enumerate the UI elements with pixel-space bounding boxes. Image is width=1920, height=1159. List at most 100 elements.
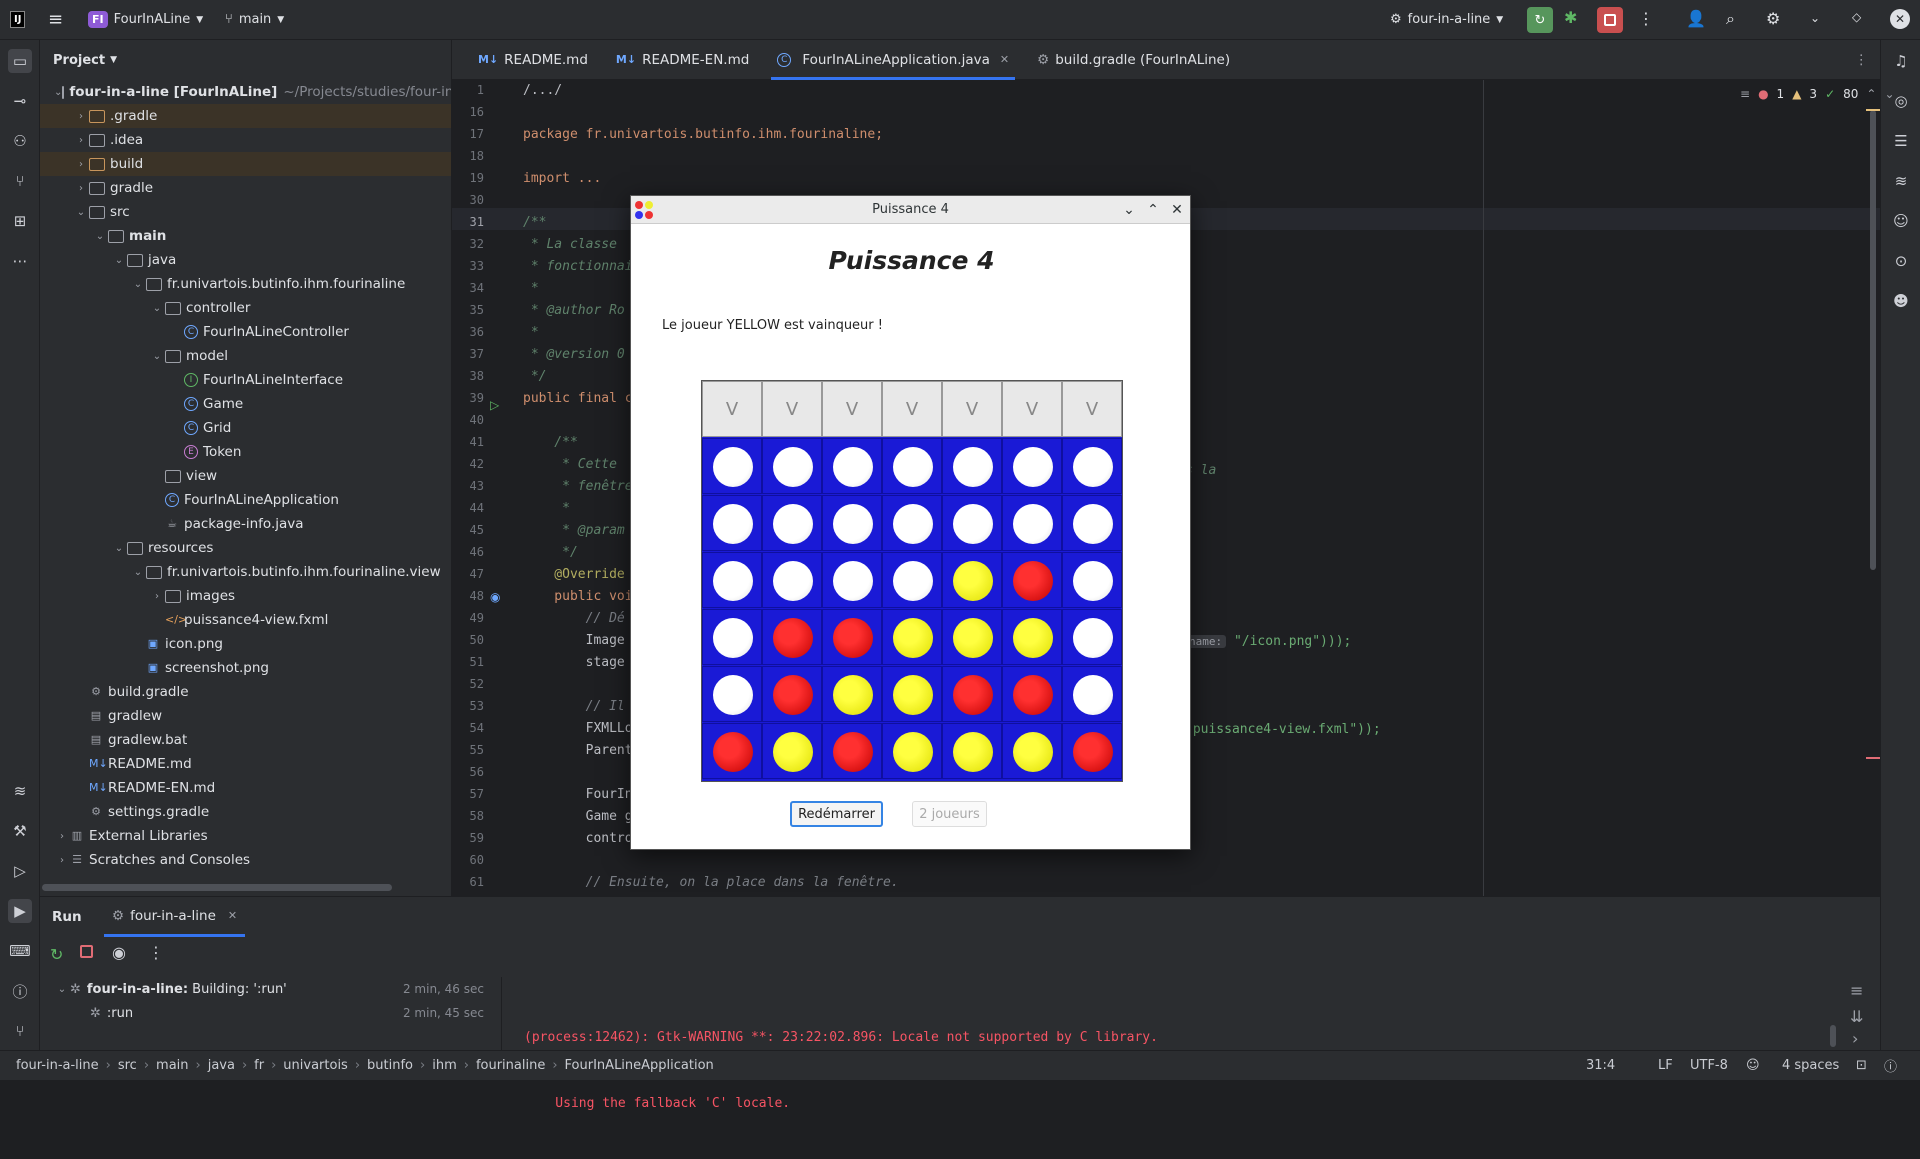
tab-options-icon[interactable]: ⋮ xyxy=(1855,52,1869,68)
code-line[interactable]: public final c xyxy=(523,391,633,406)
editor-scrollbar[interactable] xyxy=(1870,110,1876,570)
more-tools-icon[interactable]: ⋯ xyxy=(8,249,32,273)
window-close-icon[interactable]: ✕ xyxy=(1890,9,1910,29)
tree-item[interactable]: ▣ screenshot.png xyxy=(40,656,451,680)
chevron-down-icon[interactable]: ⌄ xyxy=(149,303,165,314)
lock-icon[interactable]: ⊡ xyxy=(1856,1058,1867,1073)
code-line[interactable]: * @param xyxy=(523,523,625,538)
close-tab-icon[interactable]: ✕ xyxy=(228,909,237,922)
code-line[interactable]: // Ensuite, on la place dans la fenêtre. xyxy=(523,875,899,890)
caret-position[interactable]: 31:4 xyxy=(1586,1058,1615,1073)
pull-requests-icon[interactable]: ⑂ xyxy=(8,169,32,193)
notifications-bell-icon[interactable]: ♫ xyxy=(1889,49,1913,73)
breadcrumb-item[interactable]: main xyxy=(156,1058,188,1073)
tree-item[interactable]: ▣ icon.png xyxy=(40,632,451,656)
tree-item[interactable]: ⌄ model xyxy=(40,344,451,368)
override-gutter-icon[interactable]: ◉ xyxy=(490,590,500,604)
tree-item[interactable]: C FourInALineController xyxy=(40,320,451,344)
add-user-icon[interactable]: 👤 xyxy=(1686,9,1706,28)
chevron-right-icon[interactable]: › xyxy=(73,111,89,122)
close-tab-icon[interactable]: ✕ xyxy=(1000,53,1009,66)
codeium-icon[interactable]: ⊙ xyxy=(1889,249,1913,273)
tab-build-gradle[interactable]: ⚙ build.gradle (FourInALine) xyxy=(1023,40,1244,80)
chevron-down-icon[interactable]: ⌄ xyxy=(54,87,62,98)
chevron-right-icon[interactable]: › xyxy=(54,831,70,842)
code-line[interactable]: * fonctionnai xyxy=(523,259,633,274)
close-icon[interactable]: ✕ xyxy=(1168,201,1186,219)
tree-item[interactable]: ⌄ controller xyxy=(40,296,451,320)
run-config-selector[interactable]: ⚙ four-in-a-line ▼ xyxy=(1390,12,1503,27)
tree-item[interactable]: ☕ package-info.java xyxy=(40,512,451,536)
breadcrumb-item[interactable]: fr xyxy=(254,1058,264,1073)
chevron-down-icon[interactable]: ⌄ xyxy=(149,351,165,362)
run-config-tab[interactable]: ⚙ four-in-a-line ✕ xyxy=(104,897,246,937)
code-line[interactable]: /.../ xyxy=(523,83,562,98)
soft-wrap-icon[interactable]: ≡ xyxy=(1850,981,1863,1000)
code-line[interactable]: contro xyxy=(523,831,633,846)
more-options-icon[interactable]: ⋮ xyxy=(148,943,164,962)
stop-icon[interactable] xyxy=(80,945,93,958)
horizontal-scrollbar[interactable] xyxy=(42,884,392,891)
code-line[interactable]: // Il xyxy=(523,699,625,714)
breadcrumb-item[interactable]: ihm xyxy=(432,1058,457,1073)
column-5-button[interactable]: V xyxy=(942,381,1002,437)
tree-item[interactable]: C Game xyxy=(40,392,451,416)
code-line[interactable]: Game g xyxy=(523,809,633,824)
tree-item[interactable]: M↓ README-EN.md xyxy=(40,776,451,800)
tree-item[interactable]: I FourInALineInterface xyxy=(40,368,451,392)
maximize-icon[interactable]: ⌃ xyxy=(1144,201,1162,219)
structure-icon[interactable]: ⊞ xyxy=(8,209,32,233)
chevron-down-icon[interactable]: ⌄ xyxy=(111,255,127,266)
rerun-button[interactable]: ↻ xyxy=(1527,7,1553,33)
two-players-button[interactable]: 2 joueurs xyxy=(912,801,987,827)
tree-item[interactable]: ⌄ main xyxy=(40,224,451,248)
indent-setting[interactable]: 4 spaces xyxy=(1782,1058,1839,1073)
breadcrumb-item[interactable]: FourInALineApplication xyxy=(565,1058,714,1073)
breadcrumb-item[interactable]: univartois xyxy=(283,1058,348,1073)
breadcrumb-item[interactable]: src xyxy=(118,1058,137,1073)
build-tree-root[interactable]: ⌄ ✲ four-in-a-line: Building: ':run' 2 mi… xyxy=(54,977,494,1001)
breadcrumb-item[interactable]: four-in-a-line xyxy=(16,1058,99,1073)
column-6-button[interactable]: V xyxy=(1002,381,1062,437)
gradle-tool-icon[interactable]: ≋ xyxy=(8,779,32,803)
code-line[interactable]: // Dé xyxy=(523,611,625,626)
breadcrumb-item[interactable]: fourinaline xyxy=(476,1058,545,1073)
chevron-down-icon[interactable]: ⌄ xyxy=(130,567,146,578)
code-line[interactable]: /** xyxy=(523,215,546,230)
breadcrumb-item[interactable]: butinfo xyxy=(367,1058,413,1073)
tree-item[interactable]: › images xyxy=(40,584,451,608)
tree-item[interactable]: ⌄ resources xyxy=(40,536,451,560)
git-icon[interactable]: ⑂ xyxy=(8,1019,32,1043)
tree-item[interactable]: ▤ gradlew.bat xyxy=(40,728,451,752)
column-7-button[interactable]: V xyxy=(1062,381,1122,437)
project-panel-header[interactable]: Project ▼ xyxy=(40,40,451,80)
notifications-icon[interactable]: ⓘ xyxy=(1884,1056,1897,1075)
tab-application-java[interactable]: C FourInALineApplication.java ✕ xyxy=(763,40,1023,80)
chevron-right-icon[interactable]: › xyxy=(1852,1029,1858,1048)
database-icon[interactable]: ☰ xyxy=(1889,129,1913,153)
code-line[interactable]: /** xyxy=(523,435,578,450)
tree-item[interactable]: › ▥ External Libraries xyxy=(40,824,451,848)
copilot-icon[interactable]: ☺ xyxy=(1889,209,1913,233)
copilot-status-icon[interactable]: ☺ xyxy=(1746,1058,1760,1073)
code-line[interactable]: */ xyxy=(523,545,578,560)
chevron-right-icon[interactable]: › xyxy=(54,855,70,866)
code-line[interactable]: * xyxy=(523,281,539,296)
debug-icon[interactable]: ✱ xyxy=(1564,8,1577,27)
tree-item[interactable]: ⚙ build.gradle xyxy=(40,680,451,704)
services-icon[interactable]: ▷ xyxy=(8,859,32,883)
tree-item[interactable]: › .idea xyxy=(40,128,451,152)
file-encoding[interactable]: UTF-8 xyxy=(1690,1058,1728,1073)
chevron-right-icon[interactable]: › xyxy=(73,183,89,194)
more-actions-icon[interactable]: ⋮ xyxy=(1638,9,1654,28)
tree-item[interactable]: ⌄ fr.univartois.butinfo.ihm.fourinaline.v… xyxy=(40,560,451,584)
gradle-panel-icon[interactable]: ≋ xyxy=(1889,169,1913,193)
chat-icon[interactable]: ☻ xyxy=(1889,289,1913,313)
problems-icon[interactable]: ⓘ xyxy=(8,979,32,1003)
tree-item[interactable]: › build xyxy=(40,152,451,176)
line-separator[interactable]: LF xyxy=(1658,1058,1673,1073)
code-line[interactable]: * Cette xyxy=(523,457,625,472)
scroll-to-end-icon[interactable]: ⇊ xyxy=(1850,1007,1863,1026)
project-folder-icon[interactable]: ▭ xyxy=(8,49,32,73)
tree-item[interactable]: › .gradle xyxy=(40,104,451,128)
